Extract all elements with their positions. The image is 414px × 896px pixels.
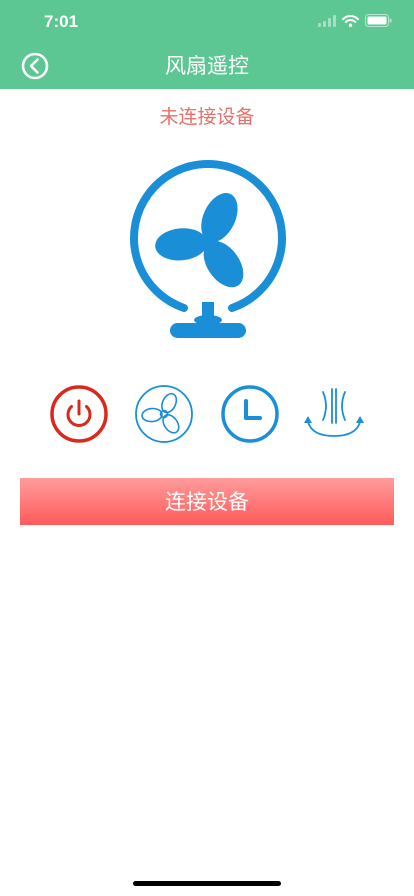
status-icons: [318, 14, 392, 27]
battery-icon: [365, 14, 392, 27]
signal-icon: [318, 14, 336, 27]
fan-speed-button[interactable]: [132, 382, 196, 446]
connection-status: 未连接设备: [159, 106, 255, 128]
page-title: 风扇遥控: [165, 54, 249, 78]
oscillate-button[interactable]: [302, 382, 366, 446]
home-indicator: [133, 881, 281, 886]
status-time: 7:01: [44, 12, 79, 31]
app-header: 7:01 风扇遥控: [0, 0, 414, 89]
power-button[interactable]: [47, 382, 111, 446]
timer-button[interactable]: [218, 382, 282, 446]
desk-fan-icon: [130, 160, 286, 338]
connect-device-button[interactable]: 连接设备: [20, 478, 394, 525]
wifi-icon: [342, 14, 359, 27]
